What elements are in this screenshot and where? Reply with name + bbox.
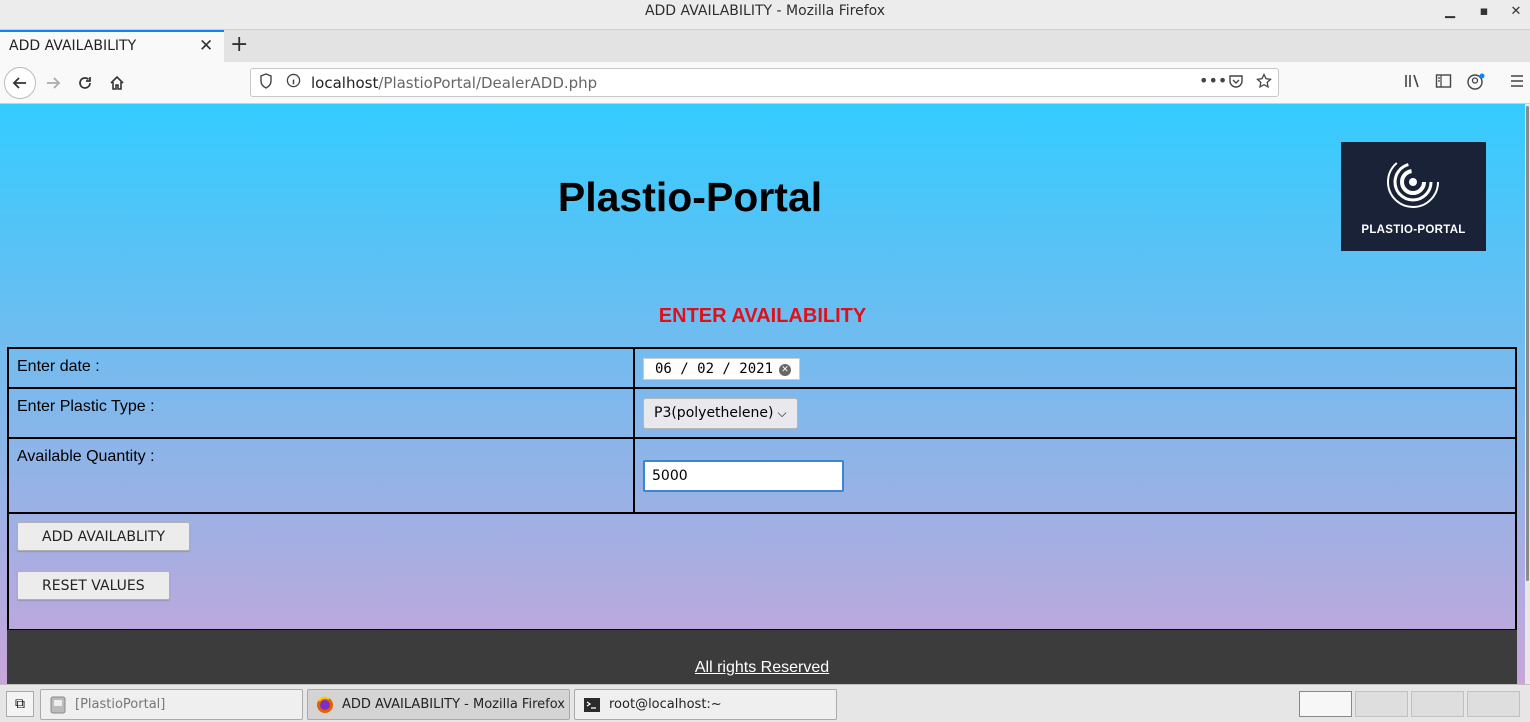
terminal-icon [584, 698, 600, 712]
chevron-down-icon: ⌵ [777, 406, 787, 420]
shield-icon[interactable] [259, 73, 273, 93]
quantity-cell [633, 437, 1517, 514]
page-actions-icon[interactable]: ••• [1199, 71, 1227, 90]
taskbar-item-files[interactable]: [PlastioPortal] [40, 689, 303, 720]
plastic-label: Enter Plastic Type : [7, 387, 635, 439]
add-availability-button[interactable]: ADD AVAILABLITY [17, 522, 190, 551]
url-text[interactable]: localhost/PlastioPortal/DealerADD.php [311, 74, 597, 92]
taskbar: ⧉ [PlastioPortal] ADD AVAILABILITY - Moz… [0, 684, 1530, 722]
maximize-button[interactable]: ▪ [1472, 2, 1496, 22]
sidebar-icon[interactable] [1435, 73, 1452, 93]
url-bar[interactable]: localhost/PlastioPortal/DealerADD.php ••… [250, 68, 1279, 97]
site-title: Plastio-Portal [557, 174, 823, 220]
info-icon[interactable] [286, 73, 301, 92]
url-path: /PlastioPortal/DealerADD.php [378, 74, 598, 92]
tab-close-icon[interactable]: ✕ [199, 36, 213, 56]
tab-add-availability[interactable]: ADD AVAILABILITY ✕ [0, 30, 224, 62]
plastic-type-select[interactable]: P3(polyethelene) ⌵ [643, 398, 798, 429]
account-icon[interactable] [1467, 73, 1485, 95]
window-title: ADD AVAILABILITY - Mozilla Firefox [644, 3, 886, 19]
window-titlebar: ADD AVAILABILITY - Mozilla Firefox ▁ ▪ ✕ [0, 0, 1530, 30]
workspace-3[interactable] [1411, 691, 1464, 717]
plastic-type-value: P3(polyethelene) [654, 405, 774, 421]
tab-label: ADD AVAILABILITY [9, 38, 137, 54]
date-row: Enter date : 06 / 02 / 2021 ✕ [7, 347, 1517, 389]
taskbar-label: root@localhost:~ [609, 697, 722, 712]
clear-date-icon[interactable]: ✕ [779, 364, 792, 376]
url-host: localhost [311, 74, 379, 92]
buttons-row: ADD AVAILABLITY RESET VALUES [7, 512, 1517, 631]
bookmark-star-icon[interactable] [1256, 72, 1272, 93]
reload-icon[interactable] [69, 67, 101, 99]
show-desktop-icon[interactable]: ⧉ [6, 691, 34, 717]
menu-icon[interactable] [1509, 73, 1525, 93]
date-label: Enter date : [7, 347, 635, 389]
home-icon[interactable] [101, 67, 133, 99]
plastic-cell: P3(polyethelene) ⌵ [633, 387, 1517, 439]
close-window-button[interactable]: ✕ [1504, 2, 1528, 22]
date-cell: 06 / 02 / 2021 ✕ [633, 347, 1517, 389]
forward-arrow-icon[interactable] [37, 67, 69, 99]
tab-strip: ADD AVAILABILITY ✕ + [0, 30, 1530, 62]
date-input[interactable]: 06 / 02 / 2021 ✕ [643, 358, 801, 380]
taskbar-label: [PlastioPortal] [75, 697, 166, 712]
availability-form: Enter date : 06 / 02 / 2021 ✕ Enter Plast… [7, 347, 1517, 631]
workspace-4[interactable] [1467, 691, 1520, 717]
buttons-cell: ADD AVAILABLITY RESET VALUES [7, 512, 1517, 631]
logo: PLASTIO-PORTAL [1341, 142, 1486, 251]
firefox-icon [317, 696, 333, 713]
new-tab-button[interactable]: + [230, 32, 248, 57]
footer-link[interactable]: All rights Reserved [695, 659, 829, 677]
workspace-1[interactable] [1299, 691, 1352, 717]
page-content: Plastio-Portal PLASTIO-PORTAL ENTER AVAI… [0, 104, 1525, 684]
footer: All rights Reserved [7, 630, 1517, 684]
logo-text: PLASTIO-PORTAL [1361, 224, 1466, 236]
reset-values-button[interactable]: RESET VALUES [17, 571, 170, 600]
minimize-button[interactable]: ▁ [1438, 2, 1462, 22]
page-heading: ENTER AVAILABILITY [658, 305, 867, 327]
workspace-2[interactable] [1355, 691, 1408, 717]
taskbar-item-terminal[interactable]: root@localhost:~ [574, 689, 837, 720]
quantity-label: Available Quantity : [7, 437, 635, 514]
library-icon[interactable] [1404, 73, 1421, 93]
swirl-logo-icon [1387, 156, 1439, 208]
taskbar-label: ADD AVAILABILITY - Mozilla Firefox [342, 697, 565, 712]
page-scrollbar[interactable] [1525, 104, 1530, 684]
plastic-row: Enter Plastic Type : P3(polyethelene) ⌵ [7, 387, 1517, 439]
scrollbar-thumb[interactable] [1526, 106, 1529, 581]
back-arrow-icon[interactable] [4, 67, 36, 99]
quantity-input[interactable] [643, 460, 844, 492]
taskbar-item-firefox[interactable]: ADD AVAILABILITY - Mozilla Firefox [307, 689, 570, 720]
navigation-bar: localhost/PlastioPortal/DealerADD.php ••… [0, 62, 1530, 104]
quantity-row: Available Quantity : [7, 437, 1517, 514]
file-manager-icon [50, 696, 66, 714]
date-value: 06 / 02 / 2021 [655, 361, 774, 377]
pocket-icon[interactable] [1228, 73, 1244, 93]
